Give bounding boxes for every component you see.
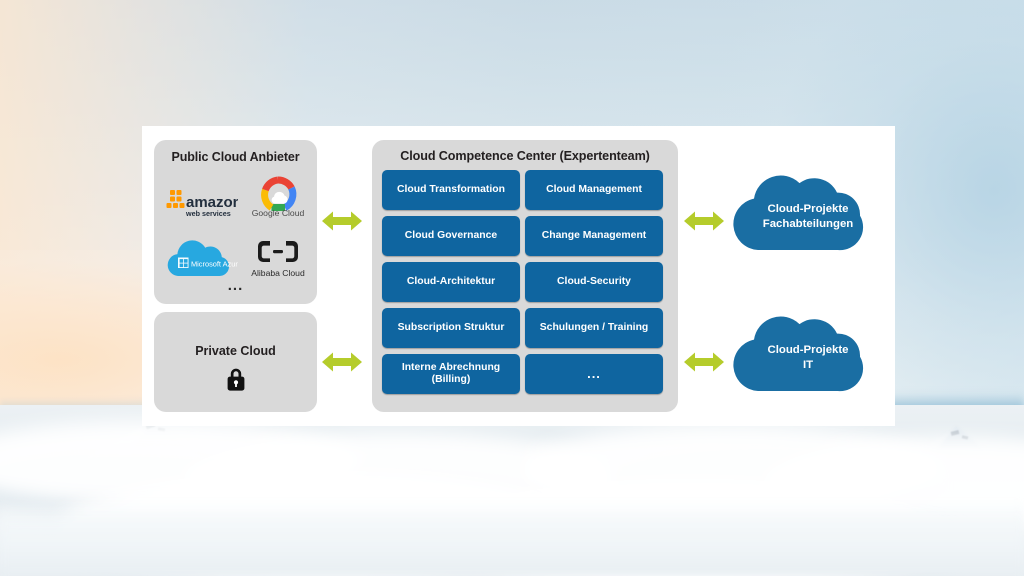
alibaba-cloud-caption: Alibaba Cloud [251, 268, 305, 278]
competence-tile-grid: Cloud Transformation Cloud Management Cl… [382, 170, 668, 400]
competence-tile[interactable]: Cloud Transformation [382, 170, 520, 210]
competence-tile[interactable]: Schulungen / Training [525, 308, 663, 348]
cloud-label-line2: Fachabteilungen [762, 218, 854, 230]
double-arrow-icon [322, 208, 362, 234]
google-cloud-caption: Google Cloud [252, 208, 305, 218]
competence-tile[interactable]: Subscription Struktur [382, 308, 520, 348]
competence-tile[interactable]: Cloud Management [525, 170, 663, 210]
cloud-projects-it[interactable]: Cloud-Projekte IT [732, 311, 884, 399]
diagram-card: Public Cloud Anbieter amazon web service… [142, 126, 895, 426]
public-cloud-more: ... [227, 277, 244, 294]
competence-center-title: Cloud Competence Center (Expertenteam) [400, 149, 650, 163]
competence-tile[interactable]: Cloud Governance [382, 216, 520, 256]
competence-tile[interactable]: Cloud-Security [525, 262, 663, 302]
cloud-label: Cloud-Projekte Fachabteilungen [732, 196, 884, 232]
google-cloud-logo: Google Cloud [252, 176, 305, 218]
microsoft-azure-logo: Microsoft Azure [167, 240, 242, 276]
cloud-competence-center-panel: Cloud Competence Center (Expertenteam) C… [372, 140, 678, 412]
foreground-cloud-layer [0, 500, 1024, 576]
cloud-projects-business-units[interactable]: Cloud-Projekte Fachabteilungen [732, 170, 884, 258]
cloud-label: Cloud-Projekte IT [732, 337, 884, 373]
double-arrow-icon [322, 349, 362, 375]
public-cloud-panel: Public Cloud Anbieter amazon web service… [154, 140, 317, 304]
padlock-icon [224, 366, 248, 397]
aws-logo: amazon web services [166, 190, 242, 218]
double-arrow-icon [684, 208, 724, 234]
competence-tile[interactable]: Cloud-Architektur [382, 262, 520, 302]
double-arrow-icon [684, 349, 724, 375]
competence-tile[interactable]: Change Management [525, 216, 663, 256]
cloud-label-line1: Cloud-Projekte [767, 203, 849, 215]
competence-tile[interactable]: Interne Abrechnung (Billing) [382, 354, 520, 394]
svg-text:Microsoft Azure: Microsoft Azure [191, 260, 238, 269]
public-cloud-title: Public Cloud Anbieter [171, 150, 300, 164]
competence-tile[interactable]: ... [525, 354, 663, 394]
svg-text:web services: web services [185, 209, 231, 218]
provider-logo-google-cloud: Google Cloud [240, 174, 316, 230]
private-cloud-panel: Private Cloud [154, 312, 317, 412]
private-cloud-title: Private Cloud [195, 344, 276, 358]
cloud-label-line1: Cloud-Projekte [767, 344, 849, 356]
cloud-label-line2: IT [802, 359, 814, 371]
provider-logo-aws: amazon web services [162, 178, 242, 234]
alibaba-cloud-logo: Alibaba Cloud [251, 241, 305, 278]
